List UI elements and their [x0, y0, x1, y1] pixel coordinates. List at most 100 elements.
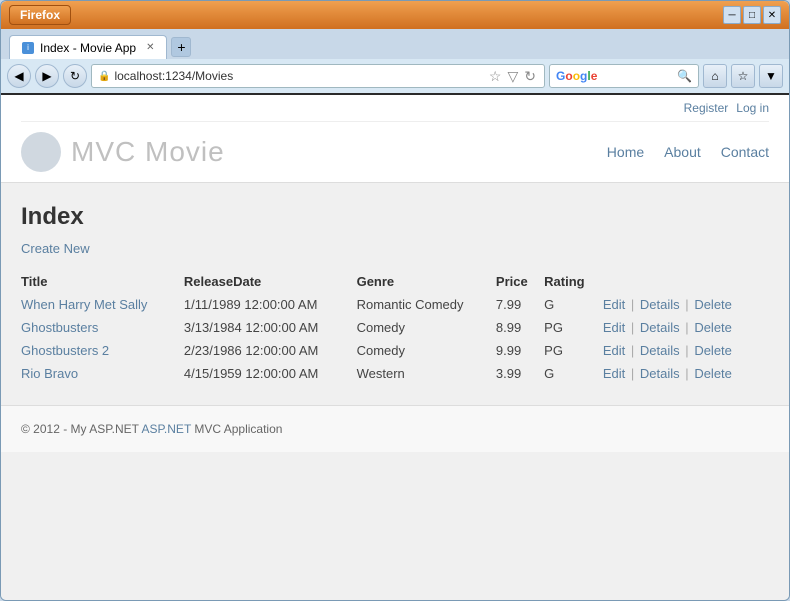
profile-area: MVC Movie — [21, 132, 225, 172]
address-bar: ◀ ▶ ↻ 🔒 localhost:1234/Movies ☆ ▽ ↻ Goog… — [1, 59, 789, 95]
close-button[interactable]: ✕ — [763, 6, 781, 24]
forward-button[interactable]: ▶ — [35, 64, 59, 88]
cell-title: When Harry Met Sally — [21, 293, 184, 316]
footer-copyright: © 2012 - My ASP.NET — [21, 422, 139, 436]
cell-genre: Comedy — [357, 316, 496, 339]
cell-actions: Edit | Details | Delete — [603, 362, 769, 385]
table-row: Ghostbusters 2 2/23/1986 12:00:00 AM Com… — [21, 339, 769, 362]
cell-price: 8.99 — [496, 316, 544, 339]
bookmark-button[interactable]: ☆ — [731, 64, 755, 88]
tab-close-icon[interactable]: ✕ — [146, 42, 154, 53]
sep1: | — [631, 320, 634, 335]
url-lock-icon: 🔒 — [98, 71, 110, 82]
url-actions: ☆ ▽ ↻ — [487, 68, 538, 85]
header-main: MVC Movie Home About Contact — [21, 122, 769, 182]
cell-rating: G — [544, 293, 603, 316]
cell-title: Ghostbusters — [21, 316, 184, 339]
sep2: | — [685, 320, 688, 335]
cell-price: 3.99 — [496, 362, 544, 385]
col-actions — [603, 270, 769, 293]
cell-rating: G — [544, 362, 603, 385]
table-header-row: Title ReleaseDate Genre Price Rating — [21, 270, 769, 293]
col-price: Price — [496, 270, 544, 293]
movie-table: Title ReleaseDate Genre Price Rating Whe… — [21, 270, 769, 385]
minimize-button[interactable]: ─ — [723, 6, 741, 24]
table-row: When Harry Met Sally 1/11/1989 12:00:00 … — [21, 293, 769, 316]
google-logo: Google — [556, 69, 597, 83]
details-link[interactable]: Details — [640, 366, 680, 381]
menu-button[interactable]: ▼ — [759, 64, 783, 88]
cell-price: 9.99 — [496, 339, 544, 362]
login-link[interactable]: Log in — [736, 101, 769, 115]
cell-actions: Edit | Details | Delete — [603, 293, 769, 316]
url-refresh-icon[interactable]: ↻ — [522, 68, 538, 85]
home-button[interactable]: ⌂ — [703, 64, 727, 88]
edit-link[interactable]: Edit — [603, 297, 625, 312]
nav-menu: Home About Contact — [607, 144, 769, 160]
cell-actions: Edit | Details | Delete — [603, 316, 769, 339]
cell-title: Rio Bravo — [21, 362, 184, 385]
firefox-menu-button[interactable]: Firefox — [9, 5, 71, 25]
tab-favicon: i — [22, 42, 34, 54]
cell-release-date: 4/15/1959 12:00:00 AM — [184, 362, 357, 385]
header-top: Register Log in — [21, 95, 769, 122]
app-header: Register Log in MVC Movie Home About Con… — [1, 95, 789, 183]
sep1: | — [631, 297, 634, 312]
delete-link[interactable]: Delete — [694, 297, 732, 312]
table-row: Ghostbusters 3/13/1984 12:00:00 AM Comed… — [21, 316, 769, 339]
refresh-button[interactable]: ↻ — [63, 64, 87, 88]
register-link[interactable]: Register — [684, 101, 729, 115]
sep2: | — [685, 343, 688, 358]
page-title: Index — [21, 203, 769, 231]
nav-about[interactable]: About — [664, 144, 701, 160]
details-link[interactable]: Details — [640, 343, 680, 358]
title-bar: Firefox ─ □ ✕ — [1, 1, 789, 29]
delete-link[interactable]: Delete — [694, 343, 732, 358]
nav-contact[interactable]: Contact — [721, 144, 769, 160]
sep1: | — [631, 343, 634, 358]
cell-genre: Romantic Comedy — [357, 293, 496, 316]
back-button[interactable]: ◀ — [7, 64, 31, 88]
main-content: Index Create New Title ReleaseDate Genre… — [1, 183, 789, 405]
sep1: | — [631, 366, 634, 381]
col-rating: Rating — [544, 270, 603, 293]
profile-avatar — [21, 132, 61, 172]
search-bar[interactable]: Google 🔍 — [549, 64, 699, 88]
col-title: Title — [21, 270, 184, 293]
create-new-link[interactable]: Create New — [21, 241, 90, 256]
maximize-button[interactable]: □ — [743, 6, 761, 24]
browser-window: Firefox ─ □ ✕ i Index - Movie App ✕ + ◀ … — [0, 0, 790, 601]
bookmark-arrow-icon[interactable]: ▽ — [505, 68, 520, 85]
delete-link[interactable]: Delete — [694, 366, 732, 381]
cell-price: 7.99 — [496, 293, 544, 316]
edit-link[interactable]: Edit — [603, 366, 625, 381]
cell-release-date: 1/11/1989 12:00:00 AM — [184, 293, 357, 316]
tab-title: Index - Movie App — [40, 41, 136, 55]
page-footer: © 2012 - My ASP.NET ASP.NET MVC Applicat… — [1, 405, 789, 452]
footer-mvc-label: MVC Application — [194, 422, 282, 436]
window-controls: ─ □ ✕ — [723, 6, 781, 24]
sep2: | — [685, 366, 688, 381]
cell-rating: PG — [544, 339, 603, 362]
tab-bar: i Index - Movie App ✕ + — [1, 29, 789, 59]
bookmark-star-icon[interactable]: ☆ — [487, 68, 504, 85]
edit-link[interactable]: Edit — [603, 320, 625, 335]
details-link[interactable]: Details — [640, 297, 680, 312]
footer-asp-link[interactable]: ASP.NET — [141, 422, 194, 436]
active-tab[interactable]: i Index - Movie App ✕ — [9, 35, 167, 59]
nav-home[interactable]: Home — [607, 144, 644, 160]
url-bar[interactable]: 🔒 localhost:1234/Movies ☆ ▽ ↻ — [91, 64, 545, 88]
delete-link[interactable]: Delete — [694, 320, 732, 335]
app-title: MVC Movie — [71, 136, 225, 168]
new-tab-button[interactable]: + — [171, 37, 191, 57]
details-link[interactable]: Details — [640, 320, 680, 335]
cell-genre: Comedy — [357, 339, 496, 362]
cell-rating: PG — [544, 316, 603, 339]
cell-genre: Western — [357, 362, 496, 385]
search-magnifier-icon[interactable]: 🔍 — [677, 69, 692, 83]
col-genre: Genre — [357, 270, 496, 293]
col-release-date: ReleaseDate — [184, 270, 357, 293]
page-content: Register Log in MVC Movie Home About Con… — [1, 95, 789, 600]
cell-title: Ghostbusters 2 — [21, 339, 184, 362]
edit-link[interactable]: Edit — [603, 343, 625, 358]
